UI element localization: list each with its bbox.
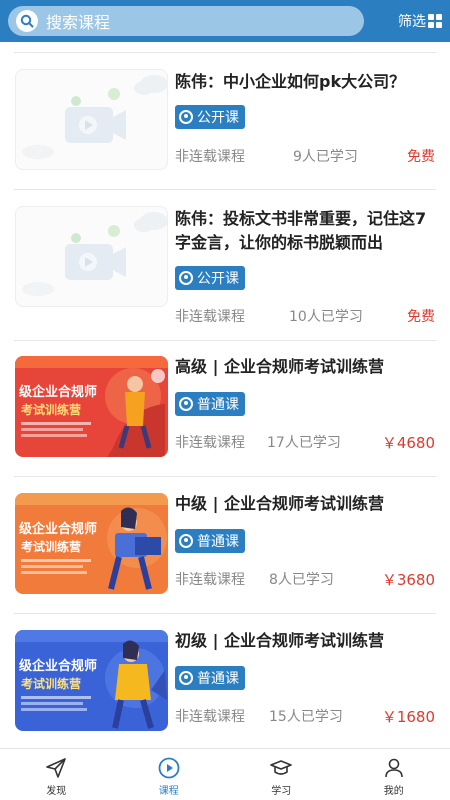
svg-text:考试训练营: 考试训练营 (21, 539, 81, 554)
person-icon (384, 758, 403, 778)
reel-icon (179, 110, 193, 124)
svg-text:级企业合规师: 级企业合规师 (19, 521, 97, 537)
course-type: 非连载课程 (175, 309, 245, 325)
tab-label: 课程 (158, 786, 179, 797)
reel-icon (179, 534, 193, 548)
video-placeholder-icon (22, 75, 167, 159)
tab-label: 我的 (383, 786, 404, 797)
course-thumbnail-placeholder (15, 69, 168, 170)
tab-study[interactable]: 学习 (225, 749, 338, 800)
course-price: 免费 (407, 309, 435, 325)
search-icon (16, 10, 38, 32)
app-screen: 搜索课程 筛选 陈伟：中小企业如何pk大公司？ 公开课 非连载课程 9人已学习 … (0, 0, 450, 800)
course-tag: 普通课 (175, 529, 245, 553)
course-thumbnail: 级企业合规师 考试训练营 (15, 630, 168, 731)
course-type: 非连载课程 (175, 709, 245, 725)
tab-label: 发现 (46, 786, 67, 797)
course-banner-image: 级企业合规师 考试训练营 (15, 493, 168, 594)
divider (14, 476, 436, 477)
reel-icon (179, 397, 193, 411)
svg-text:级企业合规师: 级企业合规师 (19, 658, 97, 674)
course-tag-label: 普通课 (197, 397, 239, 413)
course-type: 非连载课程 (175, 149, 245, 165)
course-tag: 公开课 (175, 105, 245, 129)
course-thumbnail: 级企业合规师 考试训练营 (15, 493, 168, 594)
tab-discover[interactable]: 发现 (0, 749, 113, 800)
divider (14, 52, 436, 53)
bottom-tab-bar: 发现 课程 学习 我的 (0, 748, 450, 800)
course-tag-label: 公开课 (197, 110, 239, 126)
course-type: 非连载课程 (175, 435, 245, 451)
learner-count: 15人已学习 (269, 709, 343, 725)
tab-courses[interactable]: 课程 (113, 749, 226, 800)
course-thumbnail-placeholder (15, 206, 168, 307)
course-title: 高级 | 企业合规师考试训练营 (175, 357, 384, 376)
course-tag-label: 普通课 (197, 671, 239, 687)
course-price: ￥4680 (381, 434, 435, 452)
paper-plane-icon (46, 758, 67, 778)
divider (14, 613, 436, 614)
learner-count: 10人已学习 (289, 309, 363, 325)
tab-label: 学习 (271, 786, 292, 797)
course-banner-image: 级企业合规师 考试训练营 (15, 356, 168, 457)
video-placeholder-icon (22, 212, 167, 296)
learner-count: 17人已学习 (267, 435, 341, 451)
course-price: 免费 (407, 149, 435, 165)
svg-text:考试训练营: 考试训练营 (21, 676, 81, 691)
learner-count: 9人已学习 (293, 149, 358, 165)
course-tag: 普通课 (175, 392, 245, 416)
course-tag-label: 公开课 (197, 271, 239, 287)
svg-text:级企业合规师: 级企业合规师 (19, 384, 97, 400)
course-title: 陈伟：投标文书非常重要，记住这7字金言，让你的标书脱颖而出 (175, 209, 427, 252)
graduation-cap-icon (270, 760, 293, 775)
search-bar[interactable]: 搜索课程 (8, 6, 364, 36)
course-banner-image: 级企业合规师 考试训练营 (15, 630, 168, 731)
course-title: 中级 | 企业合规师考试训练营 (175, 494, 384, 513)
divider (14, 189, 436, 190)
course-title: 陈伟：中小企业如何pk大公司？ (175, 72, 406, 91)
course-thumbnail: 级企业合规师 考试训练营 (15, 356, 168, 457)
course-price: ￥3680 (381, 571, 435, 589)
course-tag-label: 普通课 (197, 534, 239, 550)
course-tag: 公开课 (175, 266, 245, 290)
divider (14, 340, 436, 341)
grid-icon (428, 14, 442, 28)
course-list[interactable]: 陈伟：中小企业如何pk大公司？ 公开课 非连载课程 9人已学习 免费 陈伟：投标… (0, 42, 450, 748)
course-type: 非连载课程 (175, 572, 245, 588)
svg-text:考试训练营: 考试训练营 (21, 402, 81, 417)
reel-icon (179, 671, 193, 685)
filter-button[interactable]: 筛选 (398, 11, 442, 31)
learner-count: 8人已学习 (269, 572, 334, 588)
filter-label: 筛选 (398, 14, 426, 30)
tab-mine[interactable]: 我的 (338, 749, 450, 800)
course-title: 初级 | 企业合规师考试训练营 (175, 631, 384, 650)
top-bar: 搜索课程 筛选 (0, 0, 450, 42)
play-circle-icon (158, 757, 180, 779)
course-price: ￥1680 (381, 708, 435, 726)
course-tag: 普通课 (175, 666, 245, 690)
search-placeholder: 搜索课程 (46, 13, 111, 32)
reel-icon (179, 271, 193, 285)
